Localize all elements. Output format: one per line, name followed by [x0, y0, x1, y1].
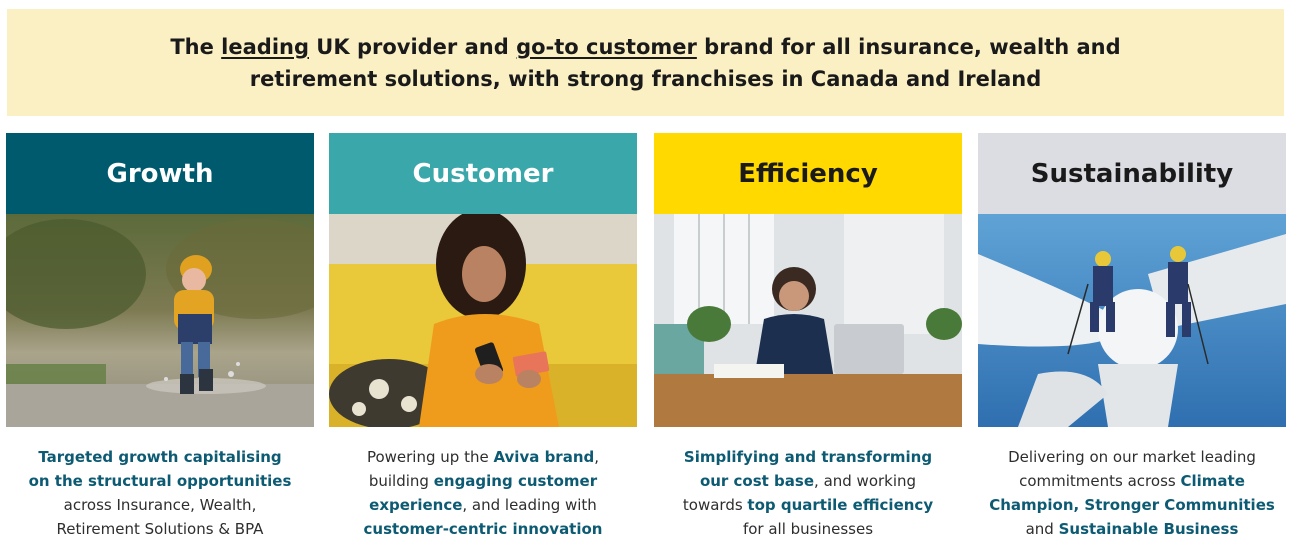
- sustainability-card: Sustainability Delivering on our market …: [978, 133, 1286, 559]
- sustainability-title: Sustainability: [978, 133, 1286, 214]
- customer-text: building: [368, 472, 434, 490]
- efficiency-title: Efficiency: [654, 133, 962, 214]
- efficiency-text-bold: Simplifying and transforming: [683, 448, 933, 466]
- headline-underlined-leading: leading: [221, 34, 309, 59]
- growth-text-bold: on the structural opportunities: [28, 472, 292, 490]
- woman-working-on-laptop-photo: [654, 214, 962, 427]
- headline-line-2: retirement solutions, with strong franch…: [249, 66, 1042, 91]
- sustainability-photo-art: [978, 214, 1286, 427]
- efficiency-text-bold: top quartile efficiency: [747, 496, 934, 514]
- headline-underlined-go-to-customer: go-to customer: [516, 34, 697, 59]
- sustainability-text-bold: Champion, Stronger Communities: [989, 496, 1275, 514]
- customer-text-bold: Aviva brand: [493, 448, 595, 466]
- sustainability-description: Delivering on our market leading commitm…: [978, 445, 1286, 541]
- customer-description: Powering up the Aviva brand, building en…: [329, 445, 637, 541]
- wind-turbine-technicians-photo: [978, 214, 1286, 427]
- woman-with-phone-and-card-photo: [329, 214, 637, 427]
- efficiency-text: for all businesses: [742, 520, 874, 538]
- efficiency-card: Efficiency Simplifying and transforming …: [654, 133, 962, 559]
- efficiency-photo-art: [654, 214, 962, 427]
- customer-title: Customer: [329, 133, 637, 214]
- growth-text: across Insurance, Wealth,: [63, 496, 257, 514]
- customer-text-bold: engaging customer: [433, 472, 598, 490]
- headline-text: UK provider and: [309, 34, 517, 59]
- growth-text: Retirement Solutions & BPA: [56, 520, 264, 538]
- efficiency-text-bold: our cost base: [699, 472, 815, 490]
- growth-description: Targeted growth capitalising on the stru…: [6, 445, 314, 541]
- sustainability-text-bold: Sustainable Business: [1058, 520, 1239, 538]
- growth-card: Growth Targeted growth capitalising on t…: [6, 133, 314, 559]
- sustainability-text: and: [1025, 520, 1059, 538]
- growth-text-bold: Targeted growth capitalising: [38, 448, 282, 466]
- sustainability-text: commitments across: [1019, 472, 1181, 490]
- sustainability-text: Delivering on our market leading: [1008, 448, 1256, 466]
- efficiency-text: , and working: [814, 472, 917, 490]
- child-jumping-in-puddle-photo: [6, 214, 314, 427]
- customer-text-bold: customer-centric innovation: [363, 520, 603, 538]
- customer-text: , and leading with: [462, 496, 597, 514]
- growth-title: Growth: [6, 133, 314, 214]
- customer-text: Powering up the: [366, 448, 494, 466]
- efficiency-description: Simplifying and transforming our cost ba…: [654, 445, 962, 541]
- sustainability-text-bold: Climate: [1180, 472, 1245, 490]
- efficiency-text: towards: [682, 496, 748, 514]
- growth-photo-art: [6, 214, 314, 427]
- customer-card: Customer Powering up the Aviva brand, bu…: [329, 133, 637, 559]
- headline-text: brand for all insurance, wealth and: [696, 34, 1121, 59]
- headline-text: The: [170, 34, 222, 59]
- customer-photo-art: [329, 214, 637, 427]
- headline-banner: The leading UK provider and go-to custom…: [7, 9, 1284, 116]
- customer-text-bold: experience: [369, 496, 463, 514]
- customer-text: ,: [594, 448, 600, 466]
- headline-line-1: The leading UK provider and go-to custom…: [170, 31, 1120, 63]
